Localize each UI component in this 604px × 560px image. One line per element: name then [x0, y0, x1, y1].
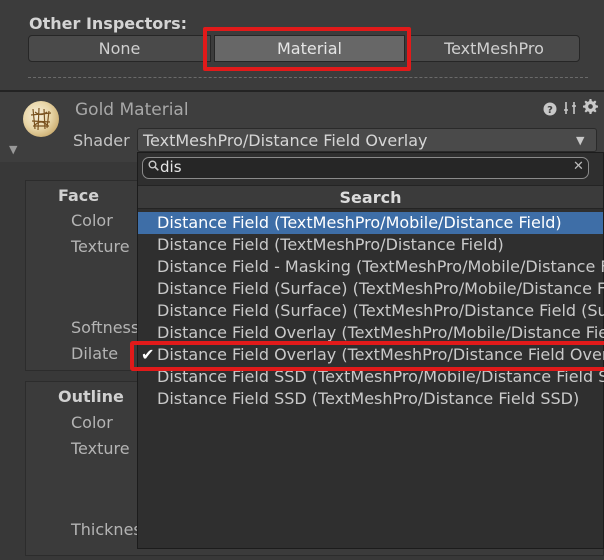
- dropdown-arrow-icon[interactable]: ▼: [576, 134, 584, 147]
- search-results-header: Search: [138, 185, 603, 209]
- face-dilate-label: Dilate: [71, 344, 119, 363]
- material-preview-thumbnail[interactable]: [23, 101, 59, 137]
- outline-texture-label: Texture: [71, 439, 130, 458]
- foldout-arrow-icon[interactable]: ▼: [9, 143, 17, 156]
- gear-icon[interactable]: [583, 99, 598, 118]
- shader-option[interactable]: Distance Field - Masking (TextMeshPro/Mo…: [157, 256, 604, 278]
- outline-color-label: Color: [71, 413, 113, 432]
- shader-label: Shader: [73, 131, 130, 150]
- sliders-icon[interactable]: [563, 101, 577, 119]
- red-highlight-box: [130, 341, 604, 371]
- search-icon: [148, 160, 159, 174]
- face-softness-label: Softness: [71, 318, 140, 337]
- material-pattern-icon: [30, 107, 52, 131]
- search-input-value: dis: [160, 158, 182, 176]
- shader-dropdown-value: TextMeshPro/Distance Field Overlay: [143, 131, 428, 150]
- dashed-divider: [28, 77, 588, 78]
- material-name: Gold Material: [75, 100, 189, 120]
- shader-option[interactable]: Distance Field (Surface) (TextMeshPro/Di…: [157, 300, 604, 322]
- inspector-option-textmeshpro[interactable]: TextMeshPro: [408, 35, 580, 62]
- close-icon[interactable]: ✕: [573, 159, 584, 174]
- shader-option[interactable]: Distance Field (TextMeshPro/Distance Fie…: [157, 234, 604, 256]
- svg-text:?: ?: [547, 105, 553, 116]
- face-heading[interactable]: Face: [58, 186, 99, 205]
- shader-option[interactable]: Distance Field (Surface) (TextMeshPro/Mo…: [157, 278, 604, 300]
- shader-option[interactable]: Distance Field (TextMeshPro/Mobile/Dista…: [138, 212, 603, 234]
- face-color-label: Color: [71, 211, 113, 230]
- face-texture-label: Texture: [71, 237, 130, 256]
- search-input[interactable]: [142, 157, 589, 179]
- other-inspectors-title: Other Inspectors:: [29, 14, 188, 33]
- outline-thickness-label: Thicknes: [71, 520, 142, 539]
- inspector-option-none[interactable]: None: [28, 35, 211, 62]
- outline-heading[interactable]: Outline: [58, 387, 124, 406]
- shader-option[interactable]: Distance Field SSD (TextMeshPro/Distance…: [157, 388, 604, 410]
- red-highlight-box: [203, 27, 411, 71]
- help-icon[interactable]: ?: [543, 102, 557, 120]
